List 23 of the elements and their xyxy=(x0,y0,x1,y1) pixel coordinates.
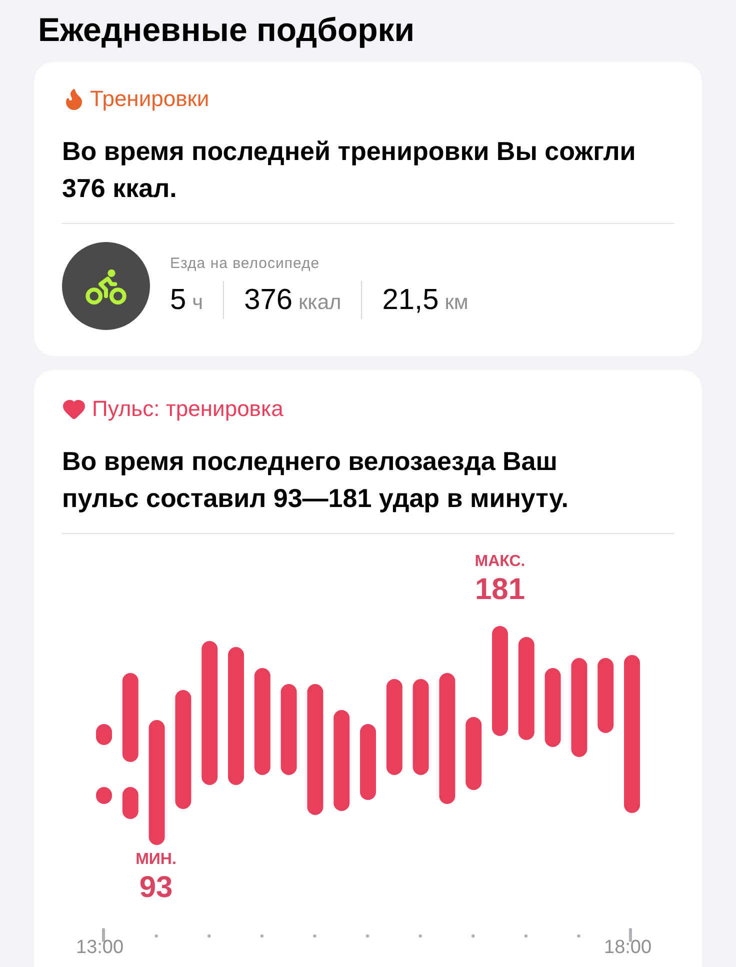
activity-name: Езда на велосипеде xyxy=(170,254,321,274)
stat-unit: ккал xyxy=(298,290,342,316)
stat-unit: км xyxy=(444,290,468,316)
heart-rate-bar xyxy=(96,787,112,804)
min-value: 93 xyxy=(139,870,173,906)
card-title: Тренировки xyxy=(90,85,210,113)
heart-rate-summary: Во время последнего велозаезда Ваш пульс составил 93—181 удар в минуту. xyxy=(62,445,570,515)
axis-label: 18:00 xyxy=(604,938,652,958)
max-label: МАКС. xyxy=(474,552,526,572)
heart-rate-card[interactable]: Пульс: тренировка Во время последнего велозаезда Ваш пульс составил 93—181 удар в минуту. МИН. 93 МАКС. 181 13:00 18:00 xyxy=(34,370,702,967)
workouts-card[interactable]: Тренировки Во время последней тренировки Вы сожгли 376 ккал. Езда на велосипеде 5 ч 376 ккал 21,5 км xyxy=(34,62,702,356)
axis-label: 13:00 xyxy=(76,938,124,958)
workout-summary: Во время последней тренировки Вы сожгли 376 ккал. xyxy=(62,135,637,205)
heart-rate-bar xyxy=(122,787,138,819)
section-heading: Ежедневные подборки xyxy=(37,10,416,50)
stat-value: 21,5 xyxy=(382,283,439,318)
stat-value: 376 xyxy=(244,283,292,318)
stat-unit: ч xyxy=(192,290,204,316)
min-label: МИН. xyxy=(136,850,176,870)
stat-value: 5 xyxy=(170,283,186,318)
heart-rate-bar xyxy=(96,724,112,745)
card-title: Пульс: тренировка xyxy=(92,395,284,423)
max-value: 181 xyxy=(474,572,526,608)
